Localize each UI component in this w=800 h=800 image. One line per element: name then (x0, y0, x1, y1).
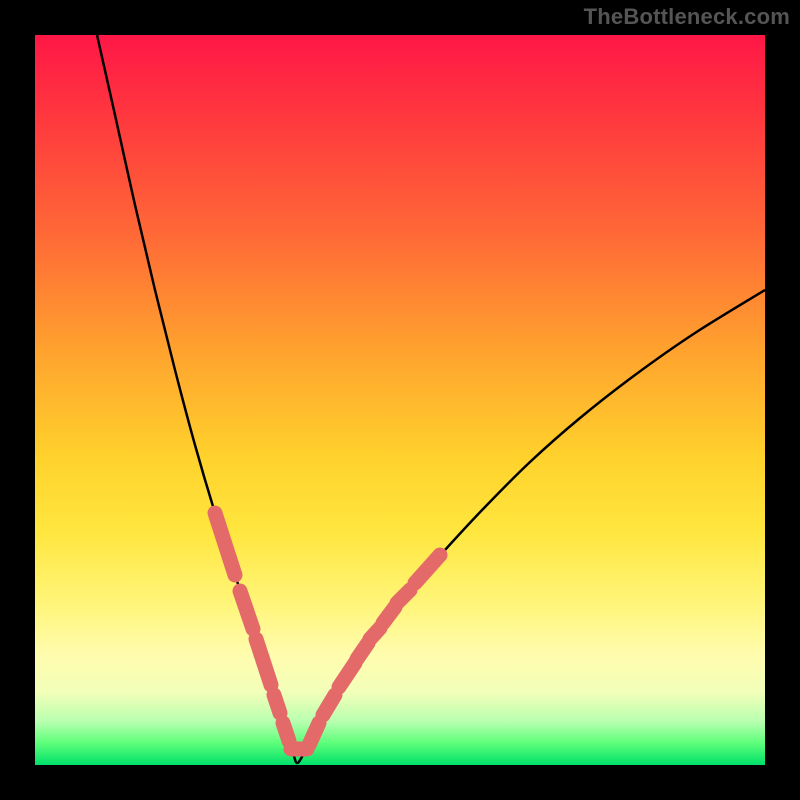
marker-segment (215, 513, 235, 575)
marker-segment (283, 723, 289, 741)
marker-segment (397, 590, 410, 603)
marker-segment (256, 639, 271, 685)
bottleneck-curve (97, 35, 765, 763)
marker-segment (240, 591, 253, 629)
watermark-text: TheBottleneck.com (584, 4, 790, 30)
marker-segment (274, 695, 280, 713)
chart-svg (35, 35, 765, 765)
marker-segment (323, 695, 335, 715)
chart-frame: TheBottleneck.com (0, 0, 800, 800)
marker-segment (370, 628, 380, 639)
curve-path (97, 35, 765, 763)
plot-area (35, 35, 765, 765)
highlight-markers (215, 513, 440, 749)
marker-segment (339, 663, 355, 687)
marker-segment (415, 555, 440, 583)
marker-segment (309, 723, 319, 745)
